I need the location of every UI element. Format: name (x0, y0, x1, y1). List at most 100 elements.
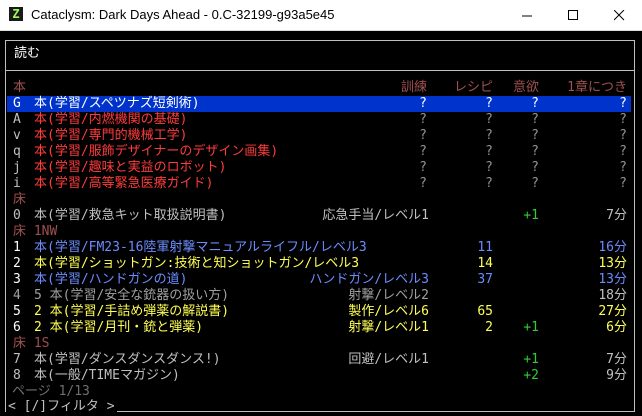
row-time: 13分 (598, 272, 627, 287)
row-hotkey: v (13, 128, 21, 143)
book-row[interactable]: q 本(学習/服飾デザイナーのデザイン画集)???? (7, 144, 631, 160)
row-hotkey: 6 (13, 320, 21, 335)
row-hotkey: A (13, 112, 21, 127)
close-icon (614, 10, 625, 21)
row-recipe: ? (485, 144, 493, 159)
row-hotkey: 7 (13, 352, 21, 367)
row-hotkey: 4 (13, 288, 21, 303)
row-time: ? (619, 160, 627, 175)
row-name: 本(学習/スペツナズ短剣術) (34, 96, 200, 111)
window-title: Cataclysm: Dark Days Ahead - 0.C-32199-g… (31, 7, 335, 22)
row-morale: ? (531, 112, 539, 127)
row-name: 5 本(学習/安全な銃器の扱い方) (34, 288, 230, 303)
book-row[interactable]: 7 本(学習/ダンスダンスダンス!) 回避/レベル1 +1 7分 (7, 352, 631, 368)
row-train: ? (419, 96, 427, 111)
row-morale: ? (531, 96, 539, 111)
row-morale: +1 (523, 208, 539, 223)
row-recipe: 14 (477, 256, 493, 271)
row-hotkey: 1 (13, 240, 21, 255)
row-skill: ハンドガン/レベル3 (309, 272, 429, 287)
book-row[interactable]: j 本(学習/趣味と実益のロボット)???? (7, 160, 631, 176)
row-recipe: 65 (477, 304, 493, 319)
book-row[interactable]: A 本(学習/内燃機関の基礎)???? (7, 112, 631, 128)
row-name: 本(学習/趣味と実益のロボット) (34, 160, 227, 175)
row-name: 本(学習/専門的機械工学) (34, 128, 188, 143)
column-header-row: 本 訓練 レシピ 意欲 1章につき (7, 80, 631, 96)
minimize-button[interactable] (504, 0, 550, 30)
row-hotkey: 0 (13, 208, 21, 223)
row-time: 7分 (606, 352, 627, 367)
row-time: ? (619, 112, 627, 127)
row-hotkey: G (13, 96, 21, 111)
row-name: 本(学習/服飾デザイナーのデザイン画集) (34, 144, 279, 159)
row-name: 本(学習/ダンスダンスダンス!) (34, 352, 221, 367)
row-recipe: 11 (477, 240, 493, 255)
row-name: 本(学習/ハンドガンの道) (34, 272, 188, 287)
row-morale: +1 (523, 320, 539, 335)
row-time: ? (619, 176, 627, 191)
book-row[interactable]: v 本(学習/専門的機械工学)???? (7, 128, 631, 144)
group-label: 床 1S (13, 336, 50, 351)
row-recipe: ? (485, 112, 493, 127)
row-time: 9分 (606, 368, 627, 383)
row-time: 18分 (598, 288, 627, 303)
col-train: 訓練 (400, 80, 427, 95)
row-time: 6分 (606, 320, 627, 335)
col-recipe: レシピ (453, 80, 493, 95)
col-morale: 意欲 (512, 80, 539, 95)
row-morale: ? (531, 128, 539, 143)
col-per-chapter: 1章につき (567, 80, 627, 95)
row-hotkey: 5 (13, 304, 21, 319)
book-row[interactable]: 5 2 本(学習/手詰め弾薬の解説書) 製作/レベル6 65 27分 (7, 304, 631, 320)
row-hotkey: i (13, 176, 21, 191)
row-recipe: ? (485, 96, 493, 111)
row-train: ? (419, 144, 427, 159)
book-row[interactable]: 4 5 本(学習/安全な銃器の扱い方) 射撃/レベル2 18分 (7, 288, 631, 304)
row-time: 13分 (598, 256, 627, 271)
row-time: ? (619, 96, 627, 111)
row-morale: +1 (523, 352, 539, 367)
filter-hint[interactable]: < [/]フィルタ > (6, 399, 117, 415)
minimize-icon (522, 15, 532, 17)
page-indicator: ページ 1/13 (12, 384, 90, 399)
row-morale: +2 (523, 368, 539, 383)
row-hotkey: 8 (13, 368, 21, 383)
row-hotkey: 2 (13, 256, 21, 271)
row-name: 本(学習/救急キット取扱説明書) (34, 208, 227, 223)
row-name: 本(学習/ショットガン:技術と知ショットガン/レベル3 (34, 256, 360, 271)
row-recipe: ? (485, 160, 493, 175)
terminal-area: 読む 本 訓練 レシピ 意欲 1章につき 床床 1NW 床 1S G 本(学習/スペツ… (2, 32, 640, 416)
row-recipe: ? (485, 128, 493, 143)
book-row[interactable]: 3 本(学習/ハンドガンの道) ハンドガン/レベル3 37 13分 (7, 272, 631, 288)
row-time: 7分 (606, 208, 627, 223)
header-separator (5, 70, 634, 71)
window-titlebar: Z Cataclysm: Dark Days Ahead - 0.C-32199… (0, 0, 642, 31)
row-time: ? (619, 144, 627, 159)
row-time: 27分 (598, 304, 627, 319)
app-icon: Z (9, 7, 23, 21)
row-hotkey: j (13, 160, 21, 175)
book-row[interactable]: 1 本(学習/FM23-16陸軍射撃マニュアルライフル/レベル3 11 16分 (7, 240, 631, 256)
row-morale: ? (531, 160, 539, 175)
row-morale: ? (531, 176, 539, 191)
row-time: 16分 (598, 240, 627, 255)
row-skill: 回避/レベル1 (348, 352, 429, 367)
maximize-button[interactable] (550, 0, 596, 30)
row-recipe: ? (485, 176, 493, 191)
row-hotkey: 3 (13, 272, 21, 287)
row-name: 2 本(学習/月刊・銃と弾薬) (34, 320, 204, 335)
book-row[interactable]: i 本(学習/高等緊急医療ガイド)???? (7, 176, 631, 192)
book-row[interactable]: G 本(学習/スペツナズ短剣術)???? (7, 96, 631, 112)
dialog-title: 読む (14, 46, 41, 61)
row-train: ? (419, 176, 427, 191)
row-name: 本(学習/内燃機関の基礎) (34, 112, 188, 127)
close-button[interactable] (596, 0, 642, 30)
book-row[interactable]: 6 2 本(学習/月刊・銃と弾薬) 射撃/レベル1 2 +1 6分 (7, 320, 631, 336)
book-row[interactable]: 8 本(一般/TIMEマガジン) +2 9分 (7, 368, 631, 384)
book-row[interactable]: 0 本(学習/救急キット取扱説明書) 応急手当/レベル1 +1 7分 (7, 208, 631, 224)
book-row[interactable]: 2 本(学習/ショットガン:技術と知ショットガン/レベル3 14 13分 (7, 256, 631, 272)
row-hotkey: q (13, 144, 21, 159)
row-train: ? (419, 128, 427, 143)
row-name: 本(学習/高等緊急医療ガイド) (34, 176, 214, 191)
maximize-icon (568, 10, 578, 20)
